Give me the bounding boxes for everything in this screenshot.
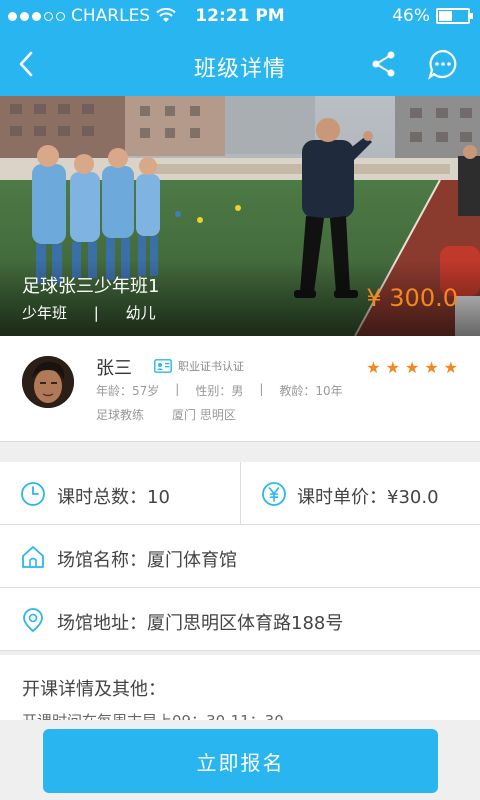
star-icon: ★ — [424, 358, 439, 377]
clock-icon — [21, 482, 45, 506]
location-pin-icon — [23, 608, 43, 633]
coach-teaching-years: 教龄：10年 — [279, 384, 343, 398]
venue-address-row[interactable]: 场馆地址：厦门思明区体育路188号 — [0, 588, 480, 651]
class-age-group: 幼儿 — [125, 304, 156, 322]
stat-divider: | — [175, 382, 180, 396]
class-price: ¥ 300.0 — [366, 284, 458, 312]
class-category: 少年班 — [22, 304, 68, 322]
chat-button[interactable] — [425, 46, 461, 82]
class-name: 足球张三少年班1 — [22, 276, 160, 297]
yuan-icon — [262, 482, 286, 506]
coach-card[interactable]: 张三 职业证书认证 ★ ★ ★ ★ ★ 年龄：57岁 | 性别：男 | 教龄：1… — [0, 336, 480, 442]
certification-badge: 职业证书认证 — [154, 358, 244, 374]
coach-name: 张三 — [96, 358, 132, 379]
enroll-button[interactable]: 立即报名 — [43, 729, 438, 793]
details-title: 开课详情及其他： — [22, 679, 166, 700]
status-bar: CHARLES 12:21 PM 46% — [0, 0, 480, 32]
star-icon: ★ — [385, 358, 400, 377]
nav-bar: 班级详情 — [0, 32, 480, 96]
certification-label: 职业证书认证 — [178, 360, 244, 373]
star-icon: ★ — [404, 358, 420, 377]
battery-icon — [436, 8, 473, 24]
star-icon: ★ — [366, 358, 381, 377]
class-info-list: 课时总数：10 课时单价：¥30.0 场馆名称：厦门体育馆 场馆地址：厦门思明区… — [0, 462, 480, 651]
coach-age: 年龄：57岁 — [96, 384, 160, 398]
battery-group: 46% — [392, 6, 473, 26]
stat-divider: | — [259, 382, 264, 396]
share-button[interactable] — [366, 46, 402, 82]
coach-role: 足球教练 — [96, 408, 145, 422]
chat-bubble-icon — [428, 49, 457, 80]
class-cover-image: 足球张三少年班1 少年班 | 幼儿 ¥ 300.0 — [0, 96, 480, 336]
coach-rating: ★ ★ ★ ★ ★ — [366, 358, 458, 377]
unit-price: 课时单价：¥30.0 — [297, 487, 439, 508]
coach-stats: 年龄：57岁 | 性别：男 | 教龄：10年 — [96, 382, 343, 399]
class-details-section: 开课详情及其他： 开课时间在每周末早上09：30-11：30 — [0, 655, 480, 725]
total-lessons: 课时总数：10 — [57, 487, 170, 508]
id-card-icon — [154, 359, 172, 373]
battery-percent: 46% — [392, 6, 430, 26]
venue-name: 场馆名称：厦门体育馆 — [57, 550, 237, 571]
venue-name-row[interactable]: 场馆名称：厦门体育馆 — [0, 525, 480, 588]
lesson-info-row: 课时总数：10 课时单价：¥30.0 — [0, 462, 480, 525]
class-meta: 少年班 | 幼儿 — [22, 302, 156, 323]
venue-address: 场馆地址：厦门思明区体育路188号 — [57, 613, 344, 634]
unit-price-cell: 课时单价：¥30.0 — [240, 462, 480, 525]
footer-bar: 立即报名 — [0, 720, 480, 800]
coach-gender: 性别：男 — [195, 384, 244, 398]
coach-avatar-image — [22, 356, 74, 408]
meta-separator: | — [93, 304, 99, 322]
page-title: 班级详情 — [193, 57, 286, 82]
home-icon — [22, 546, 44, 568]
coach-details: 足球教练 厦门 思明区 — [96, 406, 236, 423]
star-icon: ★ — [443, 358, 458, 377]
total-lessons-cell: 课时总数：10 — [0, 462, 240, 525]
coach-location: 厦门 思明区 — [172, 408, 236, 422]
share-icon — [372, 51, 395, 77]
avatar[interactable] — [22, 356, 74, 408]
